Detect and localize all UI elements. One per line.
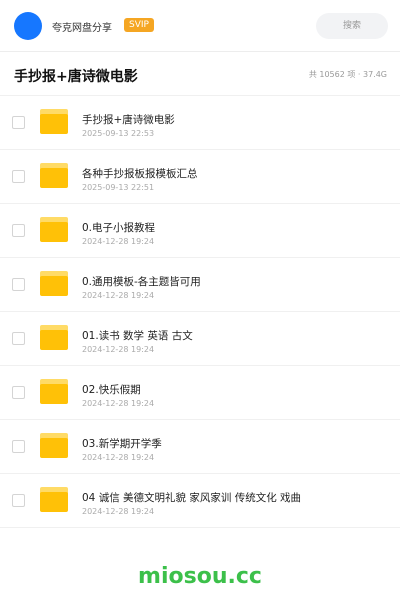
item-name: 01.读书 数学 英语 古文: [82, 330, 193, 342]
item-checkbox[interactable]: [12, 386, 25, 399]
list-item[interactable]: 04 诚信 美德文明礼貌 家风家训 传统文化 戏曲 2024-12-28 19:…: [0, 474, 400, 528]
item-name: 03.新学期开学季: [82, 438, 162, 450]
folder-icon: [40, 379, 68, 404]
top-bar: 夸克网盘分享 SVIP 搜索: [0, 0, 400, 52]
folder-icon: [40, 109, 68, 134]
share-name: 夸克网盘分享: [52, 23, 112, 34]
folder-icon: [40, 487, 68, 512]
folder-icon: [40, 163, 68, 188]
item-checkbox[interactable]: [12, 278, 25, 291]
list-item[interactable]: 各种手抄报板报模板汇总 2025-09-13 22:51: [0, 150, 400, 204]
item-time: 2024-12-28 19:24: [82, 453, 155, 462]
folder-icon: [40, 271, 68, 296]
folder-icon: [40, 325, 68, 350]
avatar[interactable]: [14, 12, 42, 40]
svip-badge: SVIP: [124, 18, 154, 32]
page-title: 手抄报+唐诗微电影: [14, 69, 138, 85]
folder-header: 手抄报+唐诗微电影 共 10562 项 · 37.4G: [0, 52, 400, 96]
item-name: 手抄报+唐诗微电影: [82, 114, 175, 126]
item-name: 02.快乐假期: [82, 384, 141, 396]
folder-stats: 共 10562 项 · 37.4G: [308, 70, 387, 79]
folder-icon: [40, 217, 68, 242]
item-time: 2024-12-28 19:24: [82, 507, 155, 516]
item-checkbox[interactable]: [12, 170, 25, 183]
item-time: 2025-09-13 22:53: [82, 129, 155, 138]
item-checkbox[interactable]: [12, 332, 25, 345]
item-checkbox[interactable]: [12, 224, 25, 237]
item-name: 04 诚信 美德文明礼貌 家风家训 传统文化 戏曲: [82, 492, 302, 504]
item-time: 2025-09-13 22:51: [82, 183, 155, 192]
item-name: 各种手抄报板报模板汇总: [82, 168, 198, 180]
list-item[interactable]: 01.读书 数学 英语 古文 2024-12-28 19:24: [0, 312, 400, 366]
list-item[interactable]: 03.新学期开学季 2024-12-28 19:24: [0, 420, 400, 474]
item-time: 2024-12-28 19:24: [82, 399, 155, 408]
watermark-text: miosou.cc: [138, 564, 262, 589]
list-item[interactable]: 0.电子小报教程 2024-12-28 19:24: [0, 204, 400, 258]
search-input[interactable]: 搜索: [316, 13, 388, 39]
list-item[interactable]: 02.快乐假期 2024-12-28 19:24: [0, 366, 400, 420]
folder-icon: [40, 433, 68, 458]
list-item[interactable]: 0.通用模板-各主题皆可用 2024-12-28 19:24: [0, 258, 400, 312]
list-item[interactable]: 手抄报+唐诗微电影 2025-09-13 22:53: [0, 96, 400, 150]
item-checkbox[interactable]: [12, 440, 25, 453]
file-list: 手抄报+唐诗微电影 2025-09-13 22:53 各种手抄报板报模板汇总 2…: [0, 96, 400, 528]
item-checkbox[interactable]: [12, 116, 25, 129]
item-time: 2024-12-28 19:24: [82, 237, 155, 246]
item-name: 0.电子小报教程: [82, 222, 156, 234]
watermark: miosou.cc: [0, 548, 400, 600]
item-checkbox[interactable]: [12, 494, 25, 507]
item-name: 0.通用模板-各主题皆可用: [82, 276, 201, 288]
item-time: 2024-12-28 19:24: [82, 345, 155, 354]
item-time: 2024-12-28 19:24: [82, 291, 155, 300]
